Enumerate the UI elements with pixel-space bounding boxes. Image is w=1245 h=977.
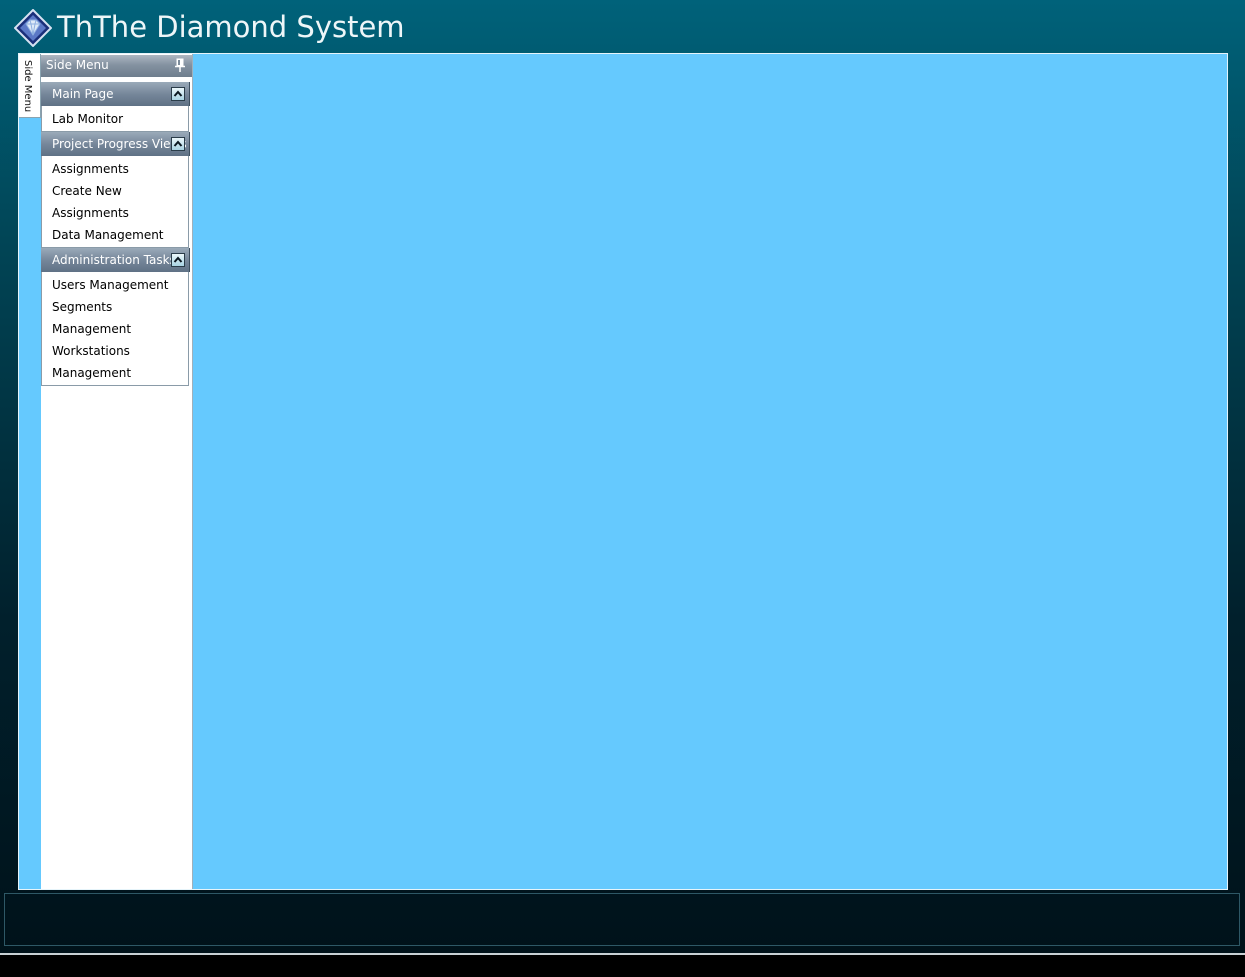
section-label: Main Page bbox=[52, 87, 114, 101]
menu-item-management-2[interactable]: Management bbox=[52, 363, 131, 383]
app-window: ThThe Diamond System Side Menu Side Menu bbox=[0, 0, 1245, 953]
title-bar: ThThe Diamond System bbox=[0, 0, 1245, 52]
section-header-project-progress-views[interactable]: Project Progress Views bbox=[41, 132, 190, 156]
section-body-administration-tasks: Users Management Segments Management Wor… bbox=[41, 272, 189, 386]
section-body-main-page: Lab Monitor bbox=[41, 106, 189, 132]
section-header-administration-tasks[interactable]: Administration Tasks bbox=[41, 248, 190, 272]
section-label: Administration Tasks bbox=[52, 253, 176, 267]
chevron-up-icon[interactable] bbox=[171, 87, 185, 101]
status-panel bbox=[4, 893, 1240, 946]
chevron-up-icon[interactable] bbox=[171, 137, 185, 151]
side-menu-header-label: Side Menu bbox=[46, 58, 109, 72]
pin-icon[interactable] bbox=[174, 58, 186, 73]
menu-item-assignments-2[interactable]: Assignments bbox=[52, 203, 129, 223]
menu-item-data-management[interactable]: Data Management bbox=[52, 225, 164, 245]
menu-item-users-management[interactable]: Users Management bbox=[52, 275, 168, 295]
side-menu-header: Side Menu bbox=[41, 55, 192, 77]
side-tab-strip: Side Menu bbox=[19, 54, 41, 889]
side-menu: Side Menu Main Page Lab Monitor Project … bbox=[41, 54, 193, 889]
section-header-main-page[interactable]: Main Page bbox=[41, 82, 190, 106]
side-menu-tab-label: Side Menu bbox=[22, 60, 33, 113]
workspace: Side Menu Side Menu Main Page Lab Monito… bbox=[18, 53, 1228, 890]
menu-item-assignments[interactable]: Assignments bbox=[52, 159, 129, 179]
menu-item-create-new[interactable]: Create New bbox=[52, 181, 122, 201]
menu-item-management[interactable]: Management bbox=[52, 319, 131, 339]
app-title: ThThe Diamond System bbox=[57, 10, 405, 44]
taskbar-strip bbox=[0, 953, 1245, 977]
diamond-logo-icon bbox=[13, 8, 53, 48]
menu-item-lab-monitor[interactable]: Lab Monitor bbox=[52, 109, 123, 129]
menu-item-segments[interactable]: Segments bbox=[52, 297, 112, 317]
chevron-up-icon[interactable] bbox=[171, 253, 185, 267]
section-label: Project Progress Views bbox=[52, 137, 187, 151]
menu-item-workstations[interactable]: Workstations bbox=[52, 341, 130, 361]
side-menu-tab[interactable]: Side Menu bbox=[19, 54, 41, 118]
section-body-project-progress-views: Assignments Create New Assignments Data … bbox=[41, 156, 189, 248]
